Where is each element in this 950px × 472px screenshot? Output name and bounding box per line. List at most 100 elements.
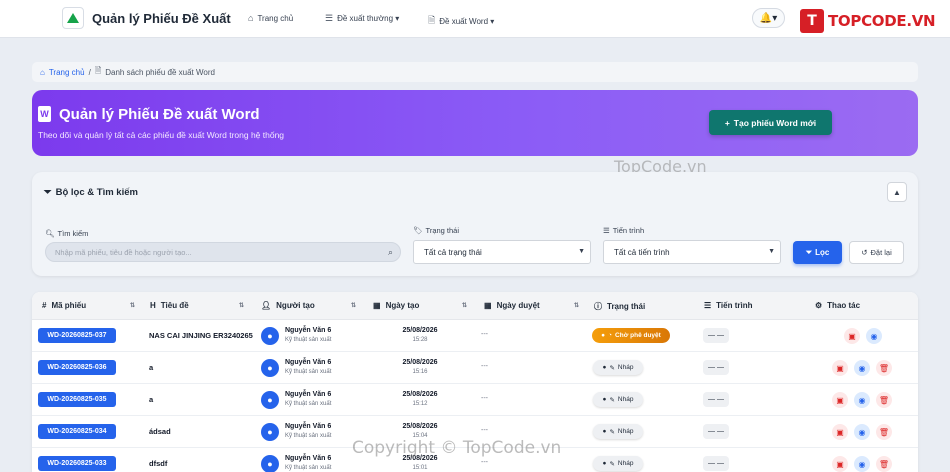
file-pdf-icon: ▣: [836, 395, 844, 405]
col-creator[interactable]: 👤︎ Người tạo ⇅: [261, 301, 356, 310]
status-text: Nháp: [617, 428, 634, 435]
page-title: Quản lý Phiếu Đề xuất Word: [59, 106, 260, 123]
home-icon: ⌂: [248, 13, 254, 23]
proposal-code-badge[interactable]: WD-20260825-033: [38, 456, 116, 471]
view-button[interactable]: ◉: [854, 424, 870, 440]
col-title[interactable]: H Tiêu đề ⇅: [150, 301, 244, 310]
tag-icon: 🏷: [413, 226, 423, 235]
filter-card: ⏷ Bộ lọc & Tìm kiếm ▲ 🔍︎ Tìm kiếm Nhập m…: [32, 172, 918, 276]
search-input[interactable]: Nhập mã phiếu, tiêu đề hoặc người tạo...…: [45, 242, 401, 262]
table-row[interactable]: WD-20260825-036 a ● Nguyễn Văn 6 Kỹ thuậ…: [32, 352, 918, 384]
search-icon[interactable]: ⌕: [388, 247, 393, 258]
filter-heading-text: Bộ lọc & Tìm kiếm: [55, 187, 138, 198]
view-button[interactable]: ◉: [866, 328, 882, 344]
table-row[interactable]: WD-20260825-035 a ● Nguyễn Văn 6 Kỹ thuậ…: [32, 384, 918, 416]
collapse-filter-button[interactable]: ▲: [887, 182, 907, 202]
plus-icon: +: [724, 117, 730, 128]
delete-button[interactable]: 🗑: [876, 392, 892, 408]
progress-select[interactable]: Tất cả tiến trình ▼: [603, 240, 781, 264]
eye-icon: ◉: [858, 427, 866, 437]
nav-home-label: Trang chủ: [257, 13, 294, 23]
export-pdf-button[interactable]: ▣: [844, 328, 860, 344]
col-approved[interactable]: ▦ Ngày duyệt ⇅: [484, 301, 579, 310]
table-header: # Mã phiếu ⇅ H Tiêu đề ⇅ 👤︎ Người tạo ⇅ …: [32, 292, 918, 320]
proposal-code-badge[interactable]: WD-20260825-036: [38, 360, 116, 375]
file-pdf-icon: ▣: [836, 459, 844, 469]
sort-icon: ⇅: [239, 303, 245, 309]
filter-button[interactable]: ⏷ Lọc: [793, 241, 842, 264]
nav-word-proposal[interactable]: 🗎 Đề xuất Word ▾: [428, 13, 494, 29]
chevron-down-icon: ▼: [578, 248, 585, 255]
eye-icon: ◉: [870, 331, 878, 341]
topcode-mark-icon: T: [800, 9, 824, 33]
brand-title[interactable]: Quản lý Phiếu Đề Xuất: [92, 11, 231, 26]
eye-icon: ◉: [858, 459, 866, 469]
status-badge: ● ✎ Nháp: [593, 424, 643, 439]
clock-icon: ◔: [608, 332, 613, 339]
approved-date: ---: [481, 395, 488, 402]
nav-normal-proposal[interactable]: ☰ Đề xuất thường ▾: [325, 13, 399, 24]
view-button[interactable]: ◉: [854, 392, 870, 408]
export-pdf-button[interactable]: ▣: [832, 360, 848, 376]
status-label-text: Trạng thái: [425, 226, 460, 235]
file-pdf-icon: ▣: [848, 331, 856, 341]
status-select[interactable]: Tất cả trạng thái ▼: [413, 240, 591, 264]
created-date: 25/08/2026: [402, 327, 438, 334]
avatar: ●: [261, 423, 279, 441]
list-icon: ☰: [704, 301, 712, 310]
filter-heading: ⏷ Bộ lọc & Tìm kiếm: [44, 187, 138, 198]
col-status: ⓘ Trạng thái: [594, 301, 645, 312]
progress-select-value: Tất cả tiến trình: [614, 247, 670, 257]
col-code[interactable]: # Mã phiếu ⇅: [42, 301, 135, 310]
approved-date: ---: [481, 331, 488, 338]
status-badge: ● ✎ Nháp: [593, 456, 643, 471]
dot-icon: ●: [602, 364, 607, 371]
reset-button[interactable]: ↺ Đặt lại: [849, 241, 904, 264]
proposal-code-badge[interactable]: WD-20260825-035: [38, 392, 116, 407]
search-placeholder: Nhập mã phiếu, tiêu đề hoặc người tạo...: [55, 247, 192, 257]
nav-normal-proposal-label: Đề xuất thường ▾: [337, 14, 400, 23]
delete-button[interactable]: 🗑: [876, 424, 892, 440]
col-created[interactable]: ▦ Ngày tạo ⇅: [373, 301, 467, 310]
delete-button[interactable]: 🗑: [876, 360, 892, 376]
proposal-title: dfsdf: [149, 459, 168, 468]
created-time: 15:16: [412, 369, 428, 375]
eye-icon: ◉: [858, 395, 866, 405]
trash-icon: 🗑: [878, 427, 890, 437]
brand-logo[interactable]: [62, 7, 84, 29]
file-icon: 🗎: [94, 66, 102, 75]
progress-label-text: Tiến trình: [612, 226, 645, 235]
nav-home[interactable]: ⌂ Trang chủ: [248, 13, 293, 23]
export-pdf-button[interactable]: ▣: [832, 456, 848, 472]
breadcrumb-home-link[interactable]: Trang chủ: [49, 68, 85, 77]
dot-icon: ●: [601, 332, 606, 339]
site-logo-text: TOPCODE.VN: [828, 12, 936, 30]
export-pdf-button[interactable]: ▣: [832, 392, 848, 408]
creator-department: Kỹ thuật sản xuất: [285, 337, 332, 343]
view-button[interactable]: ◉: [854, 456, 870, 472]
proposal-code-badge[interactable]: WD-20260825-037: [38, 328, 116, 343]
col-actions: ⚙ Thao tác: [815, 301, 860, 310]
created-date: 25/08/2026: [402, 423, 438, 430]
progress-badge: — —: [703, 424, 729, 439]
list-icon: ☰: [603, 226, 610, 235]
sort-icon: ⇅: [130, 303, 136, 309]
avatar: ●: [261, 391, 279, 409]
approved-date: ---: [481, 459, 488, 466]
col-status-label: Trạng thái: [607, 302, 646, 311]
create-word-proposal-button[interactable]: + Tạo phiếu Word mới: [709, 110, 832, 135]
sort-icon: ⇅: [574, 303, 580, 309]
edit-icon: ✎: [609, 364, 615, 372]
col-created-label: Ngày tạo: [385, 301, 420, 310]
view-button[interactable]: ◉: [854, 360, 870, 376]
chevron-down-icon: ▼: [768, 248, 775, 255]
notification-button[interactable]: 🔔▾: [752, 8, 785, 28]
proposal-code-badge[interactable]: WD-20260825-034: [38, 424, 116, 439]
top-navbar: Quản lý Phiếu Đề Xuất ⌂ Trang chủ ☰ Đề x…: [0, 0, 950, 38]
export-pdf-button[interactable]: ▣: [832, 424, 848, 440]
delete-button[interactable]: 🗑: [876, 456, 892, 472]
create-button-label: Tạo phiếu Word mới: [733, 117, 817, 128]
created-time: 15:28: [412, 337, 428, 343]
table-row[interactable]: WD-20260825-037 NAS CAI JINJING ER324026…: [32, 320, 918, 352]
col-progress-label: Tiến trình: [716, 301, 753, 310]
